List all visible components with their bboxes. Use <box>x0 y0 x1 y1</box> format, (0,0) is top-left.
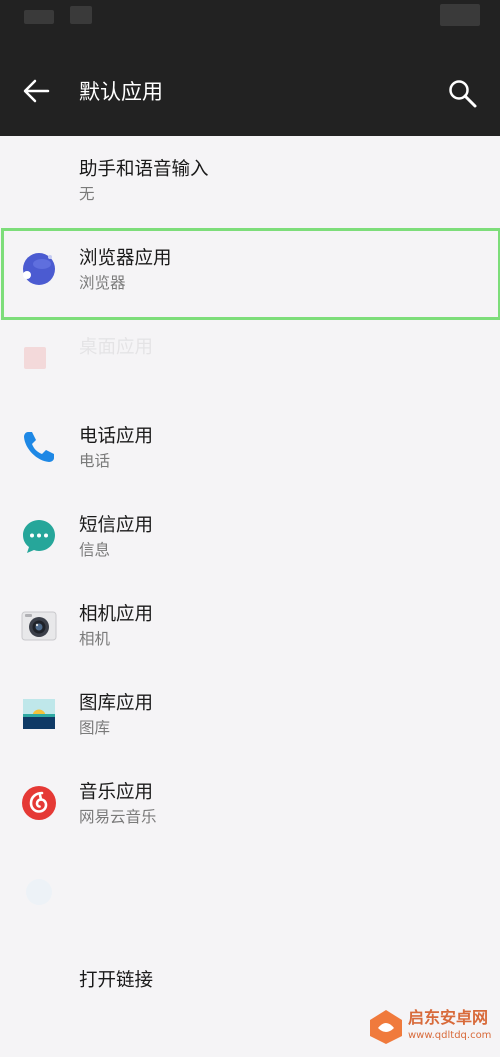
list-item-title: 桌面应用 <box>79 337 154 358</box>
back-button[interactable] <box>18 73 54 109</box>
list-item-phone[interactable]: 电话应用 电话 <box>0 403 500 492</box>
list-item-sms[interactable]: 短信应用 信息 <box>0 492 500 581</box>
list-item-gallery[interactable]: 图库应用 图库 <box>0 670 500 759</box>
status-bar <box>0 0 500 46</box>
app-bar: 默认应用 <box>0 46 500 136</box>
list-item-music[interactable]: 音乐应用 网易云音乐 <box>0 759 500 848</box>
gallery-icon <box>23 699 55 729</box>
phone-icon <box>24 432 54 462</box>
list-item-subtitle: 信息 <box>79 541 111 559</box>
status-blur-left <box>24 10 54 24</box>
list-item-launcher[interactable]: 桌面应用 <box>0 314 500 403</box>
list-item-title: 短信应用 <box>79 515 154 536</box>
netease-music-icon <box>22 786 56 820</box>
list-item-browser[interactable]: 浏览器应用 浏览器 <box>0 225 500 314</box>
list-item-title: 音乐应用 <box>79 782 154 803</box>
list-item-subtitle: 浏览器 <box>79 274 126 292</box>
default-apps-list: 助手和语音输入 无 浏览器应用 浏览器 桌面应用 电话应用 电话 短信应用 信息… <box>0 136 500 1057</box>
list-item-assistant[interactable]: 助手和语音输入 无 <box>0 136 500 225</box>
search-button[interactable] <box>444 76 480 112</box>
browser-globe-icon <box>23 253 55 285</box>
list-item-hidden[interactable] <box>0 848 500 937</box>
list-item-title: 打开链接 <box>79 970 154 991</box>
status-blur-right <box>440 4 480 26</box>
camera-icon <box>21 611 57 641</box>
list-item-title: 图库应用 <box>79 693 154 714</box>
list-item-camera[interactable]: 相机应用 相机 <box>0 581 500 670</box>
list-item-subtitle: 图库 <box>79 719 111 737</box>
search-icon <box>449 80 477 108</box>
list-item-title: 浏览器应用 <box>79 248 172 269</box>
list-item-subtitle: 相机 <box>79 630 111 648</box>
launcher-icon <box>24 347 46 369</box>
list-item-subtitle: 无 <box>79 185 95 203</box>
back-arrow-icon <box>23 79 50 103</box>
app-icon <box>26 879 52 905</box>
list-item-subtitle: 网易云音乐 <box>79 808 157 826</box>
status-blur-center <box>70 6 92 24</box>
message-bubble-icon <box>23 520 55 553</box>
list-item-subtitle: 电话 <box>79 452 111 470</box>
list-item-title: 助手和语音输入 <box>79 159 209 180</box>
list-item-open-links[interactable]: 打开链接 <box>0 937 500 1026</box>
list-item-title: 电话应用 <box>79 426 154 447</box>
list-item-title: 相机应用 <box>79 604 154 625</box>
page-title: 默认应用 <box>79 80 163 104</box>
